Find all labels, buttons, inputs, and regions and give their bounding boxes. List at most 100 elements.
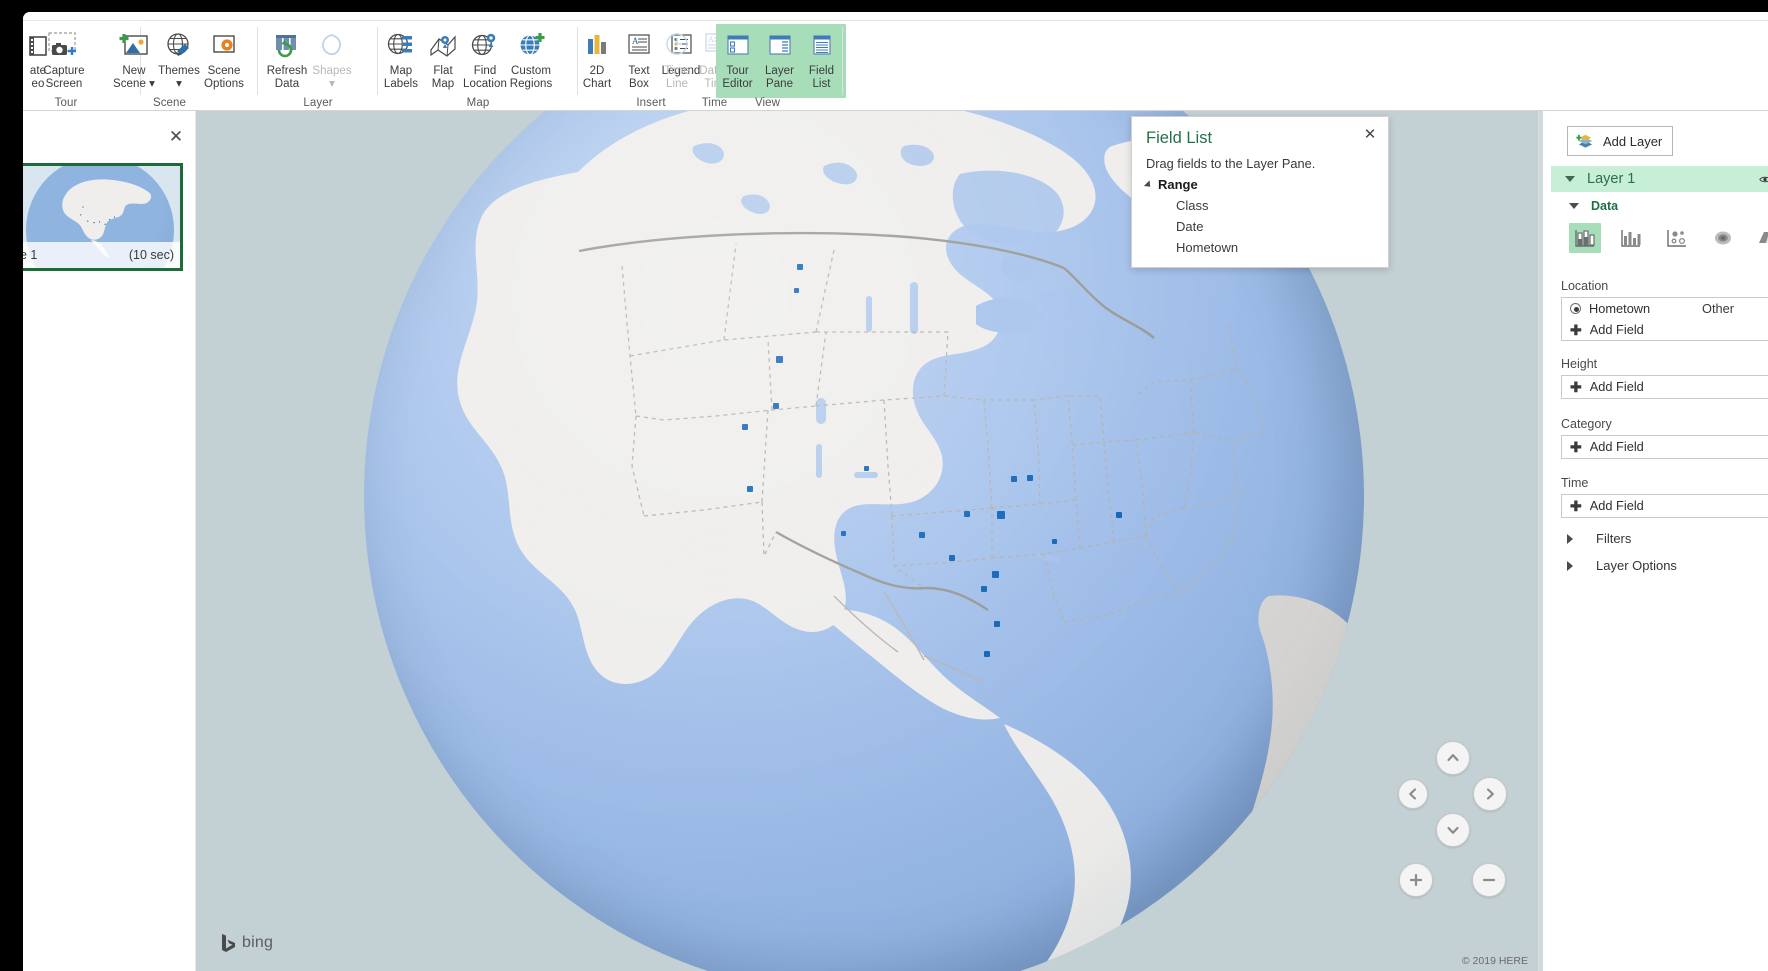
tour-editor-pane: ✕ e 1 (10 se [23,111,196,971]
field-list-button[interactable]: Field List [800,25,843,97]
find-location-icon [468,29,502,63]
category-add-field[interactable]: ✚ Add Field [1562,436,1768,457]
map-data-point[interactable] [747,486,753,492]
flat-map-label: Flat Map [431,65,455,90]
filters-section[interactable]: Filters [1561,531,1631,546]
clustered-column-icon [1621,230,1641,247]
bar-chart-icon [582,29,612,63]
map-data-point[interactable] [742,424,748,430]
pan-up-button[interactable] [1436,741,1470,775]
map-data-point[interactable] [984,651,990,657]
text-box-label: Text Box [628,65,650,90]
location-section-label: Location [1561,279,1609,293]
chevron-up-icon [1447,754,1459,762]
height-add-field[interactable]: ✚ Add Field [1562,376,1768,397]
refresh-data-label: Refresh Data [266,65,308,90]
map-data-point[interactable] [964,511,970,517]
shapes-icon [316,29,348,63]
map-data-point[interactable] [797,264,803,270]
map-data-point[interactable] [919,532,925,538]
close-icon[interactable]: ✕ [1361,125,1379,143]
location-add-field[interactable]: ✚ Add Field [1562,319,1768,340]
height-field-box: ✚ Add Field [1561,375,1768,399]
map-data-point[interactable] [1027,475,1033,481]
new-scene-icon [118,29,150,63]
field-item-class[interactable]: Class [1176,198,1376,213]
viz-type-heat-map[interactable] [1707,223,1739,253]
add-layer-label: Add Layer [1603,133,1663,149]
map-data-point[interactable] [1011,476,1017,482]
map-data-point[interactable] [776,356,783,363]
layer-options-label: Layer Options [1596,558,1677,573]
field-item-hometown[interactable]: Hometown [1176,240,1376,255]
data-section-label: Data [1591,199,1619,213]
layer-options-section[interactable]: Layer Options [1561,558,1677,573]
new-scene-label: New Scene ▾ [113,65,155,90]
main-stage: ✕ e 1 (10 se [23,111,1768,971]
field-tree-root[interactable]: Range [1143,177,1376,192]
layer-pane: Add Layer Layer 1 Data Location Hometown… [1538,111,1768,971]
map-data-point[interactable] [1052,539,1057,544]
bing-logo[interactable]: bing [220,933,273,953]
pan-right-button[interactable] [1473,777,1507,811]
chevron-right-icon [1567,560,1573,571]
map-data-point[interactable] [1116,512,1122,518]
add-layer-button[interactable]: Add Layer [1567,126,1673,156]
shapes-button[interactable]: Shapes ▾ [303,25,361,97]
map-data-point[interactable] [994,621,1000,627]
flat-map-icon [427,29,459,63]
radio-selected-icon [1570,303,1581,314]
map-data-point[interactable] [864,466,869,471]
pan-down-button[interactable] [1436,813,1470,847]
scene-options-button[interactable]: Scene Options [195,25,253,97]
pan-left-button[interactable] [1398,779,1428,809]
viz-type-region[interactable] [1753,223,1768,253]
eye-icon[interactable] [1759,175,1768,184]
map-data-point[interactable] [794,288,799,293]
scene-options-label: Scene Options [204,65,244,90]
map-data-point[interactable] [992,571,999,578]
zoom-in-button[interactable] [1399,863,1433,897]
location-field-box: Hometown Other ✚ Add Field [1561,297,1768,341]
layer-name: Layer 1 [1587,171,1636,187]
map-data-point[interactable] [949,555,955,561]
map-data-point[interactable] [773,403,779,409]
map-data-point[interactable] [841,531,846,536]
close-icon[interactable]: ✕ [166,127,186,147]
ribbon-group-layer: Refresh Data Shapes ▾ Layer [258,21,378,110]
category-section-label: Category [1561,417,1612,431]
2d-chart-label: 2D Chart [582,65,612,90]
field-list-label: Field List [808,65,835,90]
capture-screen-label: Capture Screen [43,65,85,90]
ribbon: ate eo Capture Screen Tour New Scene ▾ T… [23,12,1768,111]
field-list-subtitle: Drag fields to the Layer Pane. [1146,156,1316,171]
group-label-map: Map [466,97,490,109]
ribbon-group-view: Tour Editor Layer Pane Field List View [713,21,878,110]
location-field-other: Other [1701,301,1734,316]
map-viewport[interactable]: bing © 2019 HERE ✕ Field List Drag field… [196,111,1538,971]
tour-editor-label: Tour Editor [722,65,753,90]
scene-thumbnail[interactable]: e 1 (10 sec) [23,163,183,271]
category-field-box: ✚ Add Field [1561,435,1768,459]
location-field-hometown[interactable]: Hometown Other [1562,298,1768,319]
viz-type-bubble[interactable] [1661,223,1693,253]
pane-scroll-edge[interactable] [1539,111,1543,971]
data-section-header[interactable]: Data [1569,199,1618,213]
custom-regions-button[interactable]: Custom Regions [502,25,560,97]
tour-editor-button[interactable]: Tour Editor [716,25,759,97]
viz-type-clustered-column[interactable] [1615,223,1647,253]
viz-type-stacked-column[interactable] [1569,223,1601,253]
zoom-out-button[interactable] [1472,863,1506,897]
layer-header[interactable]: Layer 1 [1551,166,1768,192]
layer-pane-button[interactable]: Layer Pane [758,25,801,97]
field-item-date[interactable]: Date [1176,219,1376,234]
tour-editor-icon [724,29,752,63]
map-data-point[interactable] [997,511,1005,519]
field-tree: Range Class Date Hometown [1143,177,1376,255]
time-add-field[interactable]: ✚ Add Field [1562,495,1768,516]
stacked-column-icon [1575,230,1595,247]
map-data-point[interactable] [981,586,987,592]
filters-label: Filters [1596,531,1632,546]
ribbon-group-scene: New Scene ▾ Themes ▾ Scene Options Scene [81,21,258,110]
layer-pane-label: Layer Pane [764,65,795,90]
